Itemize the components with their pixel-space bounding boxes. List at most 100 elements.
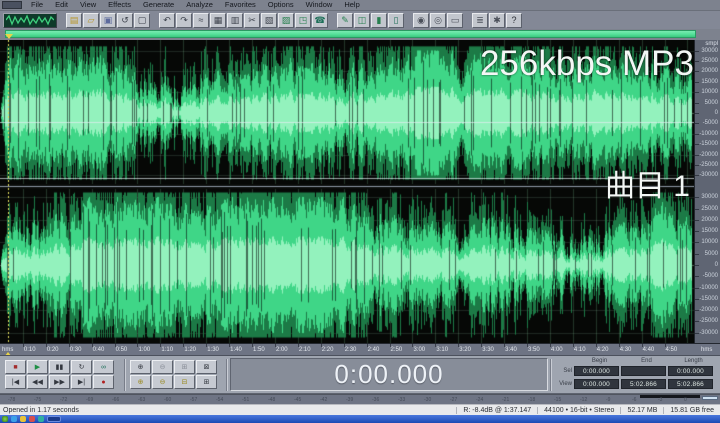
- menu-item-view[interactable]: View: [75, 0, 101, 10]
- waveform-display[interactable]: [0, 40, 694, 343]
- phone-record-icon[interactable]: ☎: [312, 13, 328, 28]
- cd-burn-icon[interactable]: ◉: [413, 13, 429, 28]
- zoom-out-button[interactable]: ⊖: [152, 360, 173, 374]
- timeline-tick-label: 4:20: [597, 347, 609, 354]
- app-shortcut-icon[interactable]: [38, 416, 44, 422]
- undo-icon[interactable]: ↶: [159, 13, 175, 28]
- paste-icon[interactable]: ▧: [261, 13, 277, 28]
- zoom-sel-left-button[interactable]: ⊟: [174, 375, 195, 389]
- amplitude-tick-label: 25000: [701, 58, 718, 64]
- redo-icon[interactable]: ↷: [176, 13, 192, 28]
- status-format: 44100 • 16-bit • Stereo: [537, 407, 620, 414]
- find-beats-icon[interactable]: ▦: [210, 13, 226, 28]
- file-revert-icon[interactable]: ↺: [117, 13, 133, 28]
- zoom-selection-button[interactable]: ⊠: [196, 360, 217, 374]
- new-file-icon[interactable]: ▤: [66, 13, 82, 28]
- timeline-tick-label: 0:50: [116, 347, 128, 354]
- go-to-start-button[interactable]: |◀: [5, 375, 26, 389]
- start-button-icon[interactable]: [2, 416, 8, 422]
- zoom-in-vertical-button[interactable]: ⊕: [130, 375, 151, 389]
- menu-item-edit[interactable]: Edit: [50, 0, 73, 10]
- rewind-button[interactable]: ◀◀: [27, 375, 48, 389]
- timeline-tick-label: 3:50: [528, 347, 540, 354]
- fast-forward-button[interactable]: ▶▶: [49, 375, 70, 389]
- mix-paste-icon[interactable]: ▨: [278, 13, 294, 28]
- overview-navigation-bar[interactable]: [5, 30, 696, 38]
- zero-cross-icon[interactable]: ≈: [193, 13, 209, 28]
- play-looped-button[interactable]: ∞: [93, 360, 114, 374]
- view-begin-field[interactable]: 0:00.000: [574, 379, 619, 389]
- menu-item-options[interactable]: Options: [263, 0, 299, 10]
- timeline-ruler[interactable]: hmshms0:100:200:300:400:501:001:101:201:…: [0, 343, 720, 356]
- meter-scale-label: -45: [294, 397, 301, 403]
- amplitude-tick: [695, 220, 699, 221]
- timeline-tick-label: 0:40: [93, 347, 105, 354]
- zoom-in-button[interactable]: ⊕: [130, 360, 151, 374]
- play-list-icon[interactable]: ▯: [388, 13, 404, 28]
- cut-icon[interactable]: ✂: [244, 13, 260, 28]
- menu-item-file[interactable]: File: [26, 0, 48, 10]
- stop-button[interactable]: ■: [5, 360, 26, 374]
- play-to-end-button[interactable]: ↻: [71, 360, 92, 374]
- overview-bar: [0, 29, 720, 40]
- marker-icon[interactable]: ◫: [354, 13, 370, 28]
- help-icon[interactable]: ?: [506, 13, 522, 28]
- zoom-out-vertical-button[interactable]: ⊖: [152, 375, 173, 389]
- status-level: R: -8.4dB @ 1:37.147: [456, 407, 537, 414]
- pause-button[interactable]: ▮▮: [49, 360, 70, 374]
- timeline-tick-label: 3:30: [482, 347, 494, 354]
- edit-view-toggle-icon[interactable]: [3, 13, 57, 28]
- amplitude-tick-label: 30000: [701, 194, 718, 200]
- menu-item-window[interactable]: Window: [301, 0, 338, 10]
- view-length-field[interactable]: 5:02.866: [668, 379, 713, 389]
- menu-item-help[interactable]: Help: [339, 0, 364, 10]
- zoom-full-button[interactable]: ⊞: [174, 360, 195, 374]
- meter-bar: [640, 395, 700, 398]
- meter-scale-label: -21: [502, 397, 509, 403]
- active-app-button[interactable]: [47, 416, 61, 422]
- open-file-icon[interactable]: ▱: [83, 13, 99, 28]
- save-file-icon[interactable]: ▣: [100, 13, 116, 28]
- go-to-end-button[interactable]: ▶|: [71, 375, 92, 389]
- app-icon[interactable]: [2, 1, 22, 9]
- cd-list-icon[interactable]: ▭: [447, 13, 463, 28]
- timeline-tick-label: 2:40: [368, 347, 380, 354]
- view-end-field[interactable]: 5:02.866: [621, 379, 666, 389]
- sel-end-field[interactable]: [621, 366, 666, 376]
- sel-begin-field[interactable]: 0:00.000: [574, 366, 619, 376]
- scripts-icon[interactable]: ≣: [472, 13, 488, 28]
- pencil-edit-icon[interactable]: ✎: [337, 13, 353, 28]
- sel-length-field[interactable]: 0:00.000: [668, 366, 713, 376]
- meter-scale-label: -12: [580, 397, 587, 403]
- settings-icon[interactable]: ✱: [489, 13, 505, 28]
- meter-scale-label: -9: [606, 397, 610, 403]
- menu-item-effects[interactable]: Effects: [103, 0, 136, 10]
- meter-clip-indicator: [702, 396, 718, 400]
- timeline-tick-label: 2:10: [299, 347, 311, 354]
- timeline-tick-label: 4:30: [620, 347, 632, 354]
- level-meter[interactable]: -78-75-72-69-66-63-60-57-54-51-48-45-42-…: [0, 394, 720, 404]
- cd-track-icon[interactable]: ◎: [430, 13, 446, 28]
- copy-to-new-icon[interactable]: ◳: [295, 13, 311, 28]
- timeline-tick-label: 4:10: [574, 347, 586, 354]
- close-file-icon[interactable]: ▢: [134, 13, 150, 28]
- copy-icon[interactable]: ▥: [227, 13, 243, 28]
- status-message: Opened in 1.17 seconds: [0, 407, 456, 414]
- amplitude-ruler[interactable]: smpl 300002500020000150001000050000-5000…: [694, 40, 720, 343]
- overview-cursor-marker[interactable]: [5, 34, 13, 39]
- play-button[interactable]: ▶: [27, 360, 48, 374]
- record-button[interactable]: ●: [93, 375, 114, 389]
- cue-list-icon[interactable]: ▮: [371, 13, 387, 28]
- meter-scale-label: -60: [164, 397, 171, 403]
- meter-scale-label: -24: [476, 397, 483, 403]
- menu-item-analyze[interactable]: Analyze: [181, 0, 218, 10]
- amplitude-tick: [695, 242, 699, 243]
- time-display-panel[interactable]: 0:00.000: [230, 358, 548, 391]
- media-player-icon[interactable]: [29, 416, 35, 422]
- zoom-sel-right-button[interactable]: ⊞: [196, 375, 217, 389]
- explorer-icon[interactable]: [20, 416, 26, 422]
- amplitude-tick-label: 20000: [701, 68, 718, 74]
- menu-item-generate[interactable]: Generate: [138, 0, 179, 10]
- menu-item-favorites[interactable]: Favorites: [220, 0, 261, 10]
- browser-icon[interactable]: [11, 416, 17, 422]
